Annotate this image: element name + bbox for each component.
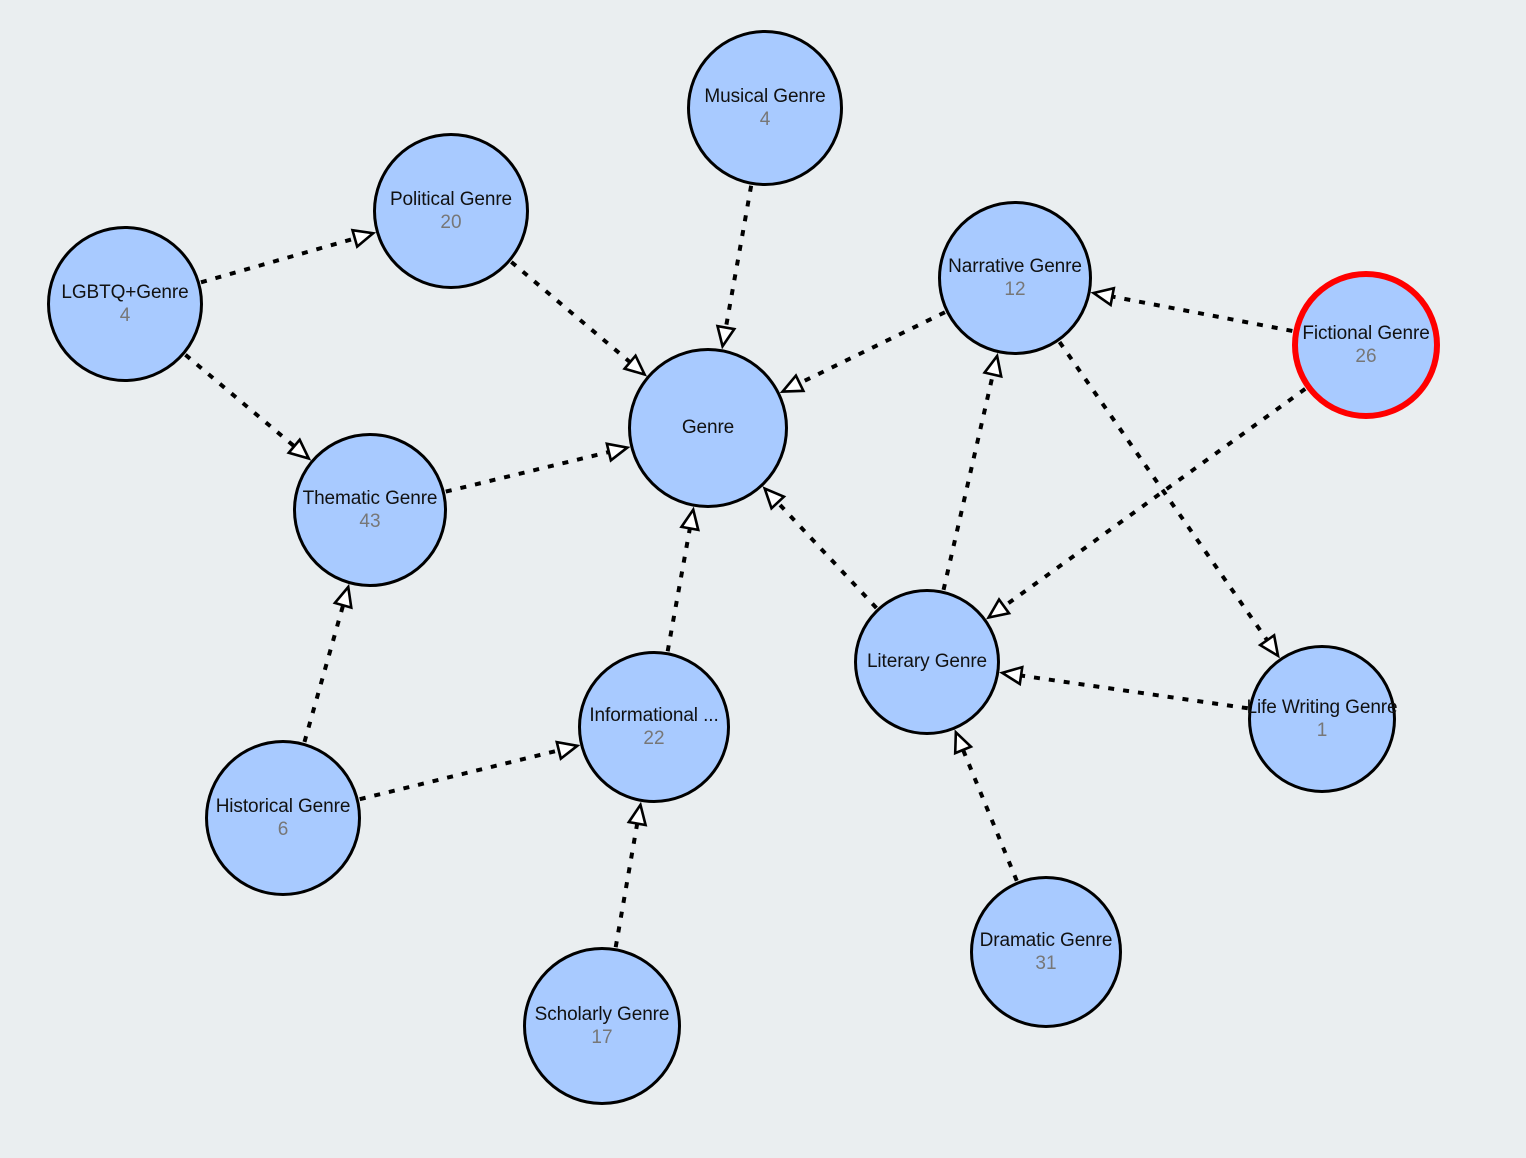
graph-node-musical[interactable]: Musical Genre 4 xyxy=(687,30,843,186)
graph-node-fictional[interactable]: Fictional Genre 26 xyxy=(1292,271,1440,419)
node-count: 1 xyxy=(1316,719,1328,741)
node-label: Fictional Genre xyxy=(1302,323,1430,345)
graph-node-historical[interactable]: Historical Genre 6 xyxy=(205,740,361,896)
node-count: 26 xyxy=(1355,345,1377,367)
graph-canvas[interactable]: Genre Musical Genre 4 Political Genre 20 LGBT… xyxy=(0,0,1526,1158)
node-label: Genre xyxy=(681,417,735,439)
node-count: 20 xyxy=(440,211,462,233)
node-count: 4 xyxy=(759,108,771,130)
node-label: Scholarly Genre xyxy=(534,1004,670,1026)
node-label: Thematic Genre xyxy=(302,488,438,510)
node-count: 43 xyxy=(359,510,381,532)
node-label: Historical Genre xyxy=(215,796,351,818)
graph-node-lifewriting[interactable]: Life Writing Genre 1 xyxy=(1246,645,1398,793)
graph-node-literary[interactable]: Literary Genre xyxy=(854,589,1000,735)
node-label: Life Writing Genre xyxy=(1246,697,1398,719)
node-label: Literary Genre xyxy=(866,651,988,673)
graph-node-dramatic[interactable]: Dramatic Genre 31 xyxy=(970,876,1122,1028)
node-count: 12 xyxy=(1004,278,1026,300)
node-label: Informational ... xyxy=(589,705,719,727)
node-label: LGBTQ+Genre xyxy=(61,282,189,304)
node-count: 6 xyxy=(277,818,289,840)
node-label: Dramatic Genre xyxy=(979,930,1113,952)
graph-node-narrative[interactable]: Narrative Genre 12 xyxy=(938,201,1092,355)
graph-node-political[interactable]: Political Genre 20 xyxy=(373,133,529,289)
node-count: 17 xyxy=(591,1026,613,1048)
graph-node-lgbtq[interactable]: LGBTQ+Genre 4 xyxy=(47,226,203,382)
node-layer: Genre Musical Genre 4 Political Genre 20 LGBT… xyxy=(0,0,1526,1158)
graph-node-thematic[interactable]: Thematic Genre 43 xyxy=(293,433,447,587)
node-count: 31 xyxy=(1035,952,1057,974)
graph-node-scholarly[interactable]: Scholarly Genre 17 xyxy=(523,947,681,1105)
graph-node-informational[interactable]: Informational ... 22 xyxy=(578,651,730,803)
graph-node-genre[interactable]: Genre xyxy=(628,348,788,508)
node-count: 22 xyxy=(643,727,665,749)
node-label: Narrative Genre xyxy=(948,256,1082,278)
node-count: 4 xyxy=(119,304,131,326)
node-label: Political Genre xyxy=(389,189,513,211)
node-label: Musical Genre xyxy=(704,86,826,108)
